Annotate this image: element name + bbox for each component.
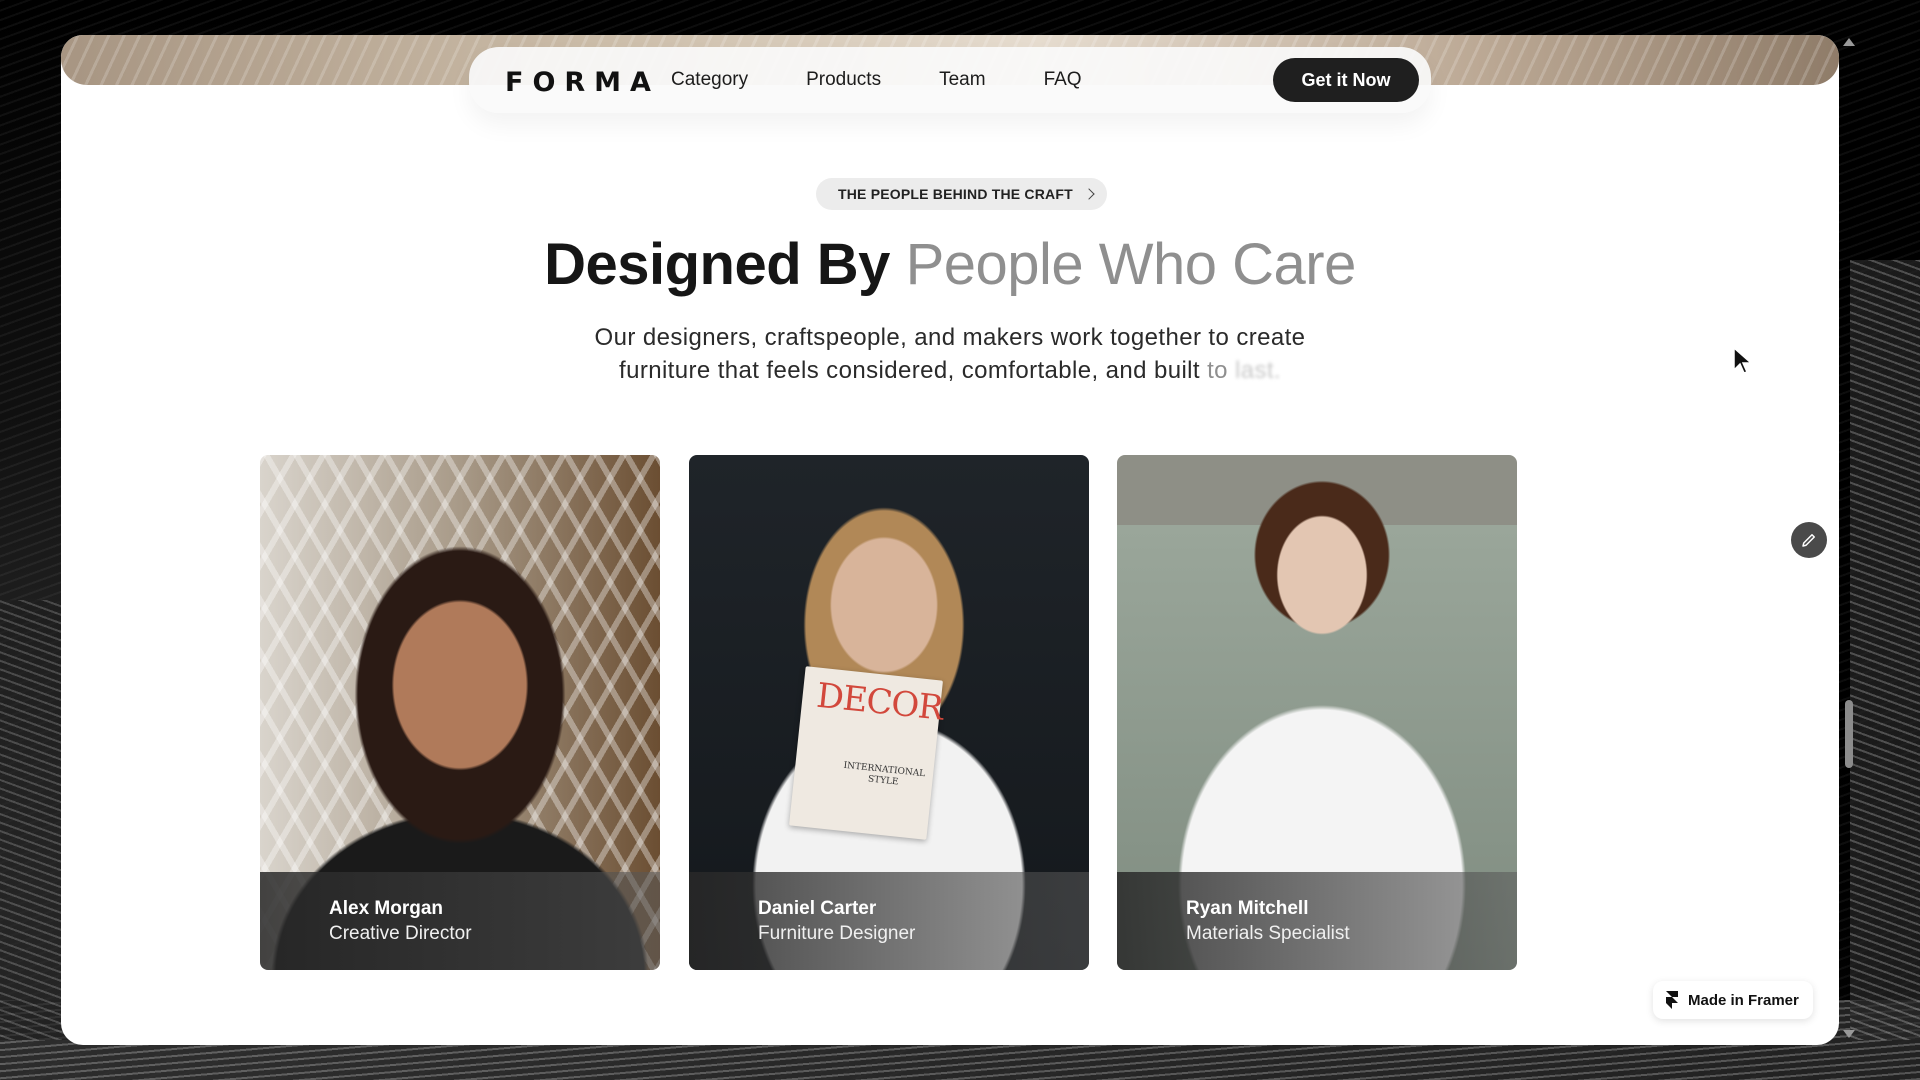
headline-strong: Designed By	[544, 232, 890, 297]
nav-links: Category Products Team FAQ	[671, 69, 1140, 91]
description-blurred-word: last.	[1234, 357, 1281, 384]
mouse-pointer-icon	[1733, 346, 1753, 374]
card-caption	[1117, 872, 1517, 970]
card-caption	[260, 872, 660, 970]
nav-link-faq[interactable]: FAQ	[1044, 69, 1082, 91]
member-name: Alex Morgan	[329, 898, 444, 919]
nav-link-category[interactable]: Category	[671, 69, 748, 91]
scrollbar-thumb[interactable]	[1845, 700, 1853, 768]
eyebrow-label: THE PEOPLE BEHIND THE CRAFT	[838, 186, 1073, 202]
top-navbar: FORMA Category Products Team FAQ Get it …	[469, 47, 1431, 113]
member-role: Furniture Designer	[758, 923, 916, 944]
badge-label: Made in Framer	[1688, 991, 1799, 1009]
brand-logo[interactable]: FORMA	[505, 67, 660, 98]
scroll-up-arrow-icon[interactable]	[1843, 38, 1855, 46]
headline-muted: People Who Care	[905, 232, 1357, 297]
background-wave-right	[1850, 260, 1920, 1040]
team-card-alex-morgan[interactable]: Alex Morgan Creative Director	[260, 455, 660, 970]
magazine-title: DECOR	[814, 675, 945, 729]
section-eyebrow-pill[interactable]: THE PEOPLE BEHIND THE CRAFT	[816, 178, 1107, 210]
team-card-ryan-mitchell[interactable]: Ryan Mitchell Materials Specialist	[1117, 455, 1517, 970]
member-role: Materials Specialist	[1186, 923, 1350, 944]
member-name: Ryan Mitchell	[1186, 898, 1309, 919]
member-role: Creative Director	[329, 923, 472, 944]
team-card-daniel-carter[interactable]: DECOR INTERNATIONAL STYLE Daniel Carter …	[689, 455, 1089, 970]
description-line-2: furniture that feels considered, comfort…	[619, 357, 1200, 384]
nav-link-team[interactable]: Team	[939, 69, 985, 91]
pencil-icon[interactable]	[1791, 522, 1827, 558]
member-name: Daniel Carter	[758, 898, 877, 919]
background-wave-left	[0, 600, 70, 1040]
magazine-prop: DECOR INTERNATIONAL STYLE	[789, 666, 945, 840]
description-line-1: Our designers, craftspeople, and makers …	[594, 324, 1306, 351]
description-fade-word: to	[1207, 357, 1228, 384]
card-caption	[689, 872, 1089, 970]
page-scrollbar[interactable]	[1842, 36, 1856, 1042]
chevron-right-icon	[1083, 188, 1095, 200]
nav-link-products[interactable]: Products	[806, 69, 881, 91]
scroll-down-arrow-icon[interactable]	[1843, 1030, 1855, 1038]
framer-logo-icon	[1666, 991, 1678, 1009]
made-in-framer-badge[interactable]: Made in Framer	[1653, 981, 1813, 1019]
magazine-subtitle: INTERNATIONAL STYLE	[843, 760, 926, 788]
section-description: Our designers, craftspeople, and makers …	[61, 321, 1839, 387]
section-headline: Designed By People Who Care	[61, 231, 1839, 298]
get-it-now-button[interactable]: Get it Now	[1273, 58, 1419, 102]
